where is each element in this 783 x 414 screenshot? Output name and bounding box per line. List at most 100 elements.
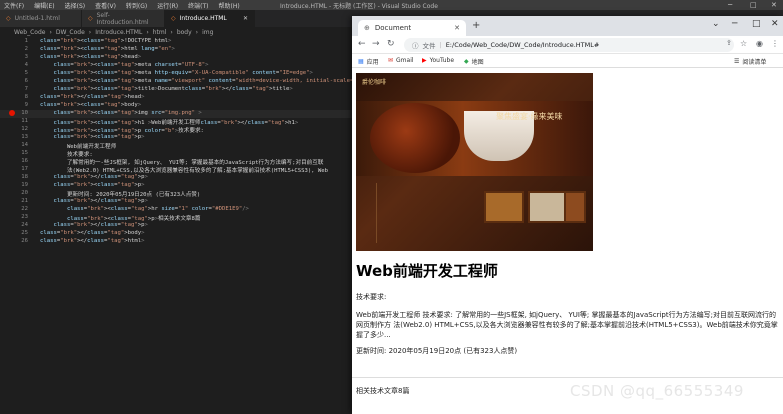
line-number: 2 (24, 46, 28, 52)
bookmark-apps[interactable]: ▦ 应用 (358, 57, 379, 66)
tab-close-icon[interactable]: ✕ (243, 15, 248, 22)
close-icon[interactable]: ✕ (771, 19, 779, 29)
job-description: Web前端开发工程师 技术要求: 了解常用的一些JS框架, 如jQuery、 Y… (356, 311, 778, 339)
chevron-right-icon: › (195, 29, 199, 36)
line-number: 17 (21, 166, 28, 172)
code-line[interactable]: 22 class="brk"><class="tag">hr size="1" … (0, 206, 352, 214)
maximize-icon[interactable]: □ (750, 1, 757, 9)
menu-terminal[interactable]: 终端(T) (188, 1, 208, 10)
code-line[interactable]: 11 class="brk"><class="tag">h1 >Web前端开发工… (0, 118, 352, 126)
menu-run[interactable]: 运行(R) (157, 1, 178, 10)
code-line[interactable]: 5 class="brk"><class="tag">meta http-equ… (0, 70, 352, 78)
code-line[interactable]: 12 class="brk"><class="tag">p color="b">… (0, 126, 352, 134)
banner-thumb-1 (484, 191, 524, 223)
breadcrumb-item[interactable]: Introduce.HTML (95, 29, 142, 36)
bookmark-label: 地图 (471, 59, 484, 66)
youtube-icon: ▶ (422, 57, 427, 64)
code-line[interactable]: 4 class="brk"><class="tag">meta charset=… (0, 62, 352, 70)
code-text: class="brk"><class="tag">p>相关技术文章8篇 (66, 216, 201, 222)
tab-close-icon[interactable]: ✕ (454, 24, 460, 32)
code-text: class="brk"><class="tag">h1 >Web前端开发工程师c… (53, 120, 299, 126)
code-text: class="brk"><class="tag">meta http-equiv… (53, 70, 313, 76)
menu-selection[interactable]: 选择(S) (65, 1, 86, 10)
code-line[interactable]: 3 class="brk"><class="tag">head> (0, 54, 352, 62)
page-heading: Web前端开发工程师 (356, 262, 498, 280)
bookmark-maps[interactable]: ◆ 地图 (464, 57, 484, 66)
code-line[interactable]: 8 class="brk"></class="tag">head> (0, 94, 352, 102)
line-number: 21 (21, 198, 28, 204)
breadcrumb-item[interactable]: Web_Code (14, 29, 45, 36)
more-icon[interactable]: ⋮ (771, 39, 779, 48)
reading-list[interactable]: ☰ 阅读清单 (734, 57, 766, 66)
code-text: class="brk"></class="tag">head> (40, 94, 145, 100)
requirements-label: 技术要求: (356, 293, 387, 301)
code-line[interactable]: 7 class="brk"><class="tag">title>Documen… (0, 86, 352, 94)
code-text: class="brk"><class="tag">body> (40, 102, 142, 108)
code-editor[interactable]: 1 class="brk"><class="tag">!DOCTYPE html>… (0, 38, 371, 414)
breadcrumb-item[interactable]: img (202, 29, 213, 36)
code-line[interactable]: 23 class="brk"><class="tag">p>相关技术文章8篇 (0, 214, 352, 222)
address-bar[interactable]: ⓘ 文件 | E:/Code/Web_Code/DW_Code/Introduc… (404, 38, 734, 52)
banner-slogan: 聚焦盛宴·缘来美味 (496, 112, 563, 121)
profile-icon[interactable]: ◉ (756, 39, 763, 48)
breadcrumb-item[interactable]: DW_Code (56, 29, 85, 36)
code-text: Web前端开发工程师 (40, 144, 117, 150)
line-number: 3 (24, 54, 28, 60)
menu-view[interactable]: 查看(V) (95, 1, 116, 10)
banner-logo-text: 爵伦咖啡 (362, 79, 387, 86)
menu-go[interactable]: 转到(G) (126, 1, 147, 10)
code-line[interactable]: 6 class="brk"><class="tag">meta name="vi… (0, 78, 371, 86)
code-text: class="brk"></class="tag">body> (40, 230, 145, 236)
code-line[interactable]: 17 法(Web2.0) HTML+CSS,以及各大浏览器兼容性有较多的了解;基… (0, 166, 352, 174)
tab-untitled[interactable]: ◇ Untitled-1.html (0, 10, 82, 27)
menu-bar: 文件(F) 编辑(E) 选择(S) 查看(V) 转到(G) 运行(R) 终端(T… (4, 1, 240, 10)
new-tab-icon[interactable]: + (472, 20, 480, 31)
bookmark-label: 应用 (366, 59, 379, 66)
html-file-icon: ◇ (88, 15, 93, 22)
code-line[interactable]: 24 class="brk"></class="tag">p> (0, 222, 352, 230)
breadcrumb-item[interactable]: html (153, 29, 167, 36)
code-line[interactable]: 26 class="brk"></class="tag">html> (0, 238, 352, 246)
close-icon[interactable]: ✕ (771, 1, 777, 9)
bookmark-gmail[interactable]: ✉ Gmail (388, 57, 414, 64)
browser-tab[interactable]: ⊕ Document ✕ (358, 20, 466, 36)
star-icon[interactable]: ☆ (740, 39, 747, 48)
code-line[interactable]: 9 class="brk"><class="tag">body> (0, 102, 352, 110)
vscode-titlebar: 文件(F) 编辑(E) 选择(S) 查看(V) 转到(G) 运行(R) 终端(T… (0, 0, 783, 10)
code-line[interactable]: 21 class="brk"></class="tag">p> (0, 198, 352, 206)
menu-edit[interactable]: 编辑(E) (34, 1, 54, 10)
share-icon[interactable]: ⇪ (726, 39, 732, 47)
code-line[interactable]: 1 class="brk"><class="tag">!DOCTYPE html> (0, 38, 352, 46)
menu-help[interactable]: 帮助(H) (218, 1, 239, 10)
chevron-down-icon[interactable]: ⌄ (712, 19, 720, 29)
line-number: 8 (24, 94, 28, 100)
menu-file[interactable]: 文件(F) (4, 1, 24, 10)
back-icon[interactable]: ← (358, 39, 366, 49)
forward-icon[interactable]: → (372, 39, 380, 49)
bookmark-youtube[interactable]: ▶ YouTube (422, 57, 454, 64)
code-line[interactable]: 25 class="brk"></class="tag">body> (0, 230, 352, 238)
code-line[interactable]: 18 class="brk"></class="tag">p> (0, 174, 352, 182)
code-text: class="brk"><class="tag">title>Documentc… (53, 86, 293, 92)
line-number: 16 (21, 158, 28, 164)
tab-self-introduction[interactable]: ◇ Self-Introduction.html (82, 10, 165, 27)
tab-introduce[interactable]: ◇ Introduce.HTML ✕ (165, 10, 255, 27)
banner-thumb-3 (564, 191, 586, 223)
reload-icon[interactable]: ↻ (387, 39, 395, 49)
code-line[interactable]: 2 class="brk"><class="tag">html lang="en"… (0, 46, 352, 54)
breakpoint-icon[interactable] (9, 110, 15, 116)
minimize-icon[interactable]: ─ (728, 1, 732, 9)
maximize-icon[interactable]: □ (752, 19, 761, 29)
code-line[interactable]: 14 Web前端开发工程师 (0, 142, 352, 150)
breadcrumb-item[interactable]: body (177, 29, 192, 36)
tab-label: Untitled-1.html (14, 15, 60, 22)
code-line[interactable]: 10 class="brk"><class="tag">img src="img… (0, 110, 352, 118)
code-line[interactable]: 19 class="brk"><class="tag">p> (0, 182, 352, 190)
line-number: 13 (21, 134, 28, 140)
code-line[interactable]: 16 了解常用的一-些JS框架, 如jQuery、 YUI等; 掌握最基本的Ja… (0, 158, 352, 166)
address-scheme-label: 文件 (422, 42, 436, 50)
minimize-icon[interactable]: ─ (732, 19, 737, 29)
code-line[interactable]: 13 class="brk"><class="tag">p> (0, 134, 352, 142)
code-line[interactable]: 20 更新时间: 2020年05月19日20点 (已有323人点赞) (0, 190, 352, 198)
code-line[interactable]: 15 技术要求: (0, 150, 352, 158)
